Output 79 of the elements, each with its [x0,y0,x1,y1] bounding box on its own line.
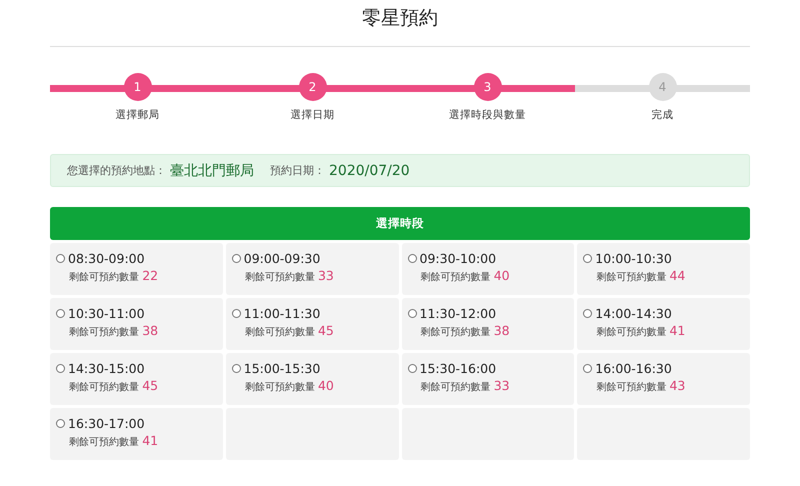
remaining-label: 剩餘可預約數量 [244,327,315,338]
remaining-count: 43 [669,378,686,393]
step-number: 1 [124,73,152,101]
remaining-label: 剩餘可預約數量 [69,327,139,338]
step-label: 完成 [652,108,674,122]
slot-time: 14:00-14:30 [595,306,672,321]
step-number: 4 [648,73,676,101]
step-label: 選擇時段與數量 [449,108,526,122]
slot-time: 09:00-09:30 [244,251,320,266]
slot-time: 09:30-10:00 [420,251,496,266]
slot-time: 11:00-11:30 [244,306,320,321]
radio-button[interactable] [408,364,416,373]
remaining-label: 剩餘可預約數量 [596,327,666,338]
slot-time: 15:30-16:00 [420,361,496,376]
radio-button[interactable] [56,364,65,373]
location-value: 臺北北門郵局 [170,162,254,180]
step-number: 2 [298,73,326,101]
slot-time: 11:30-12:00 [420,306,496,321]
remaining-label: 剩餘可預約數量 [244,382,315,393]
slot-time: 14:30-15:00 [68,361,145,376]
time-slot[interactable]: 15:30-16:00 剩餘可預約數量 33 [402,353,574,405]
remaining-label: 剩餘可預約數量 [69,272,139,283]
remaining-count: 45 [142,378,158,393]
page-title: 零星預約 [50,0,750,47]
radio-button[interactable] [583,309,592,318]
radio-button[interactable] [232,254,241,263]
section-header: 選擇時段 [50,207,750,240]
remaining-count: 44 [669,268,686,283]
slot-time: 10:30-11:00 [68,306,145,321]
date-label: 預約日期： [270,163,325,178]
remaining-label: 剩餘可預約數量 [69,382,139,393]
time-slot[interactable]: 10:00-10:30 剩餘可預約數量 44 [577,243,750,295]
radio-button[interactable] [583,254,592,263]
remaining-label: 剩餘可預約數量 [420,327,490,338]
radio-button[interactable] [56,254,65,263]
remaining-label: 剩餘可預約數量 [596,382,666,393]
remaining-count: 22 [142,268,158,283]
slot-time: 16:30-17:00 [68,416,145,431]
time-slot[interactable]: 09:30-10:00 剩餘可預約數量 40 [402,243,574,295]
remaining-count: 33 [494,378,510,393]
location-label: 您選擇的預約地點： [67,163,166,178]
radio-button[interactable] [408,309,416,318]
remaining-count: 38 [494,323,510,338]
remaining-count: 33 [318,268,334,283]
remaining-count: 38 [142,323,158,338]
time-slot[interactable]: 08:30-09:00 剩餘可預約數量 22 [50,243,223,295]
time-slot[interactable]: 15:00-15:30 剩餘可預約數量 40 [226,353,398,405]
time-slot[interactable]: 11:30-12:00 剩餘可預約數量 38 [402,298,574,350]
radio-button[interactable] [583,364,592,373]
slot-time: 10:00-10:30 [595,251,672,266]
radio-button[interactable] [408,254,416,263]
time-slot[interactable]: 11:00-11:30 剩餘可預約數量 45 [226,298,398,350]
step-number: 3 [474,73,502,101]
remaining-label: 剩餘可預約數量 [69,437,139,448]
remaining-label: 剩餘可預約數量 [420,382,490,393]
remaining-label: 剩餘可預約數量 [596,272,666,283]
remaining-count: 40 [494,268,510,283]
remaining-label: 剩餘可預約數量 [420,272,490,283]
time-slot[interactable]: 09:00-09:30 剩餘可預約數量 33 [226,243,398,295]
remaining-label: 剩餘可預約數量 [244,272,315,283]
time-slot[interactable]: 14:00-14:30 剩餘可預約數量 41 [577,298,750,350]
radio-button[interactable] [56,419,65,428]
time-slot[interactable]: 10:30-11:00 剩餘可預約數量 38 [50,298,223,350]
time-slot[interactable]: 14:30-15:00 剩餘可預約數量 45 [50,353,223,405]
radio-button[interactable] [56,309,65,318]
slot-time: 16:00-16:30 [595,361,672,376]
radio-button[interactable] [232,309,241,318]
step-label: 選擇郵局 [116,108,160,122]
radio-button[interactable] [232,364,241,373]
slot-time: 15:00-15:30 [244,361,320,376]
date-value: 2020/07/20 [329,162,410,178]
remaining-count: 45 [318,323,334,338]
time-slot[interactable]: 16:30-17:00 剩餘可預約數量 41 [50,408,223,460]
remaining-count: 41 [142,433,158,448]
remaining-count: 41 [669,323,686,338]
time-slot[interactable]: 16:00-16:30 剩餘可預約數量 43 [577,353,750,405]
remaining-count: 40 [318,378,334,393]
slot-time: 08:30-09:00 [68,251,145,266]
step-label: 選擇日期 [290,108,334,122]
